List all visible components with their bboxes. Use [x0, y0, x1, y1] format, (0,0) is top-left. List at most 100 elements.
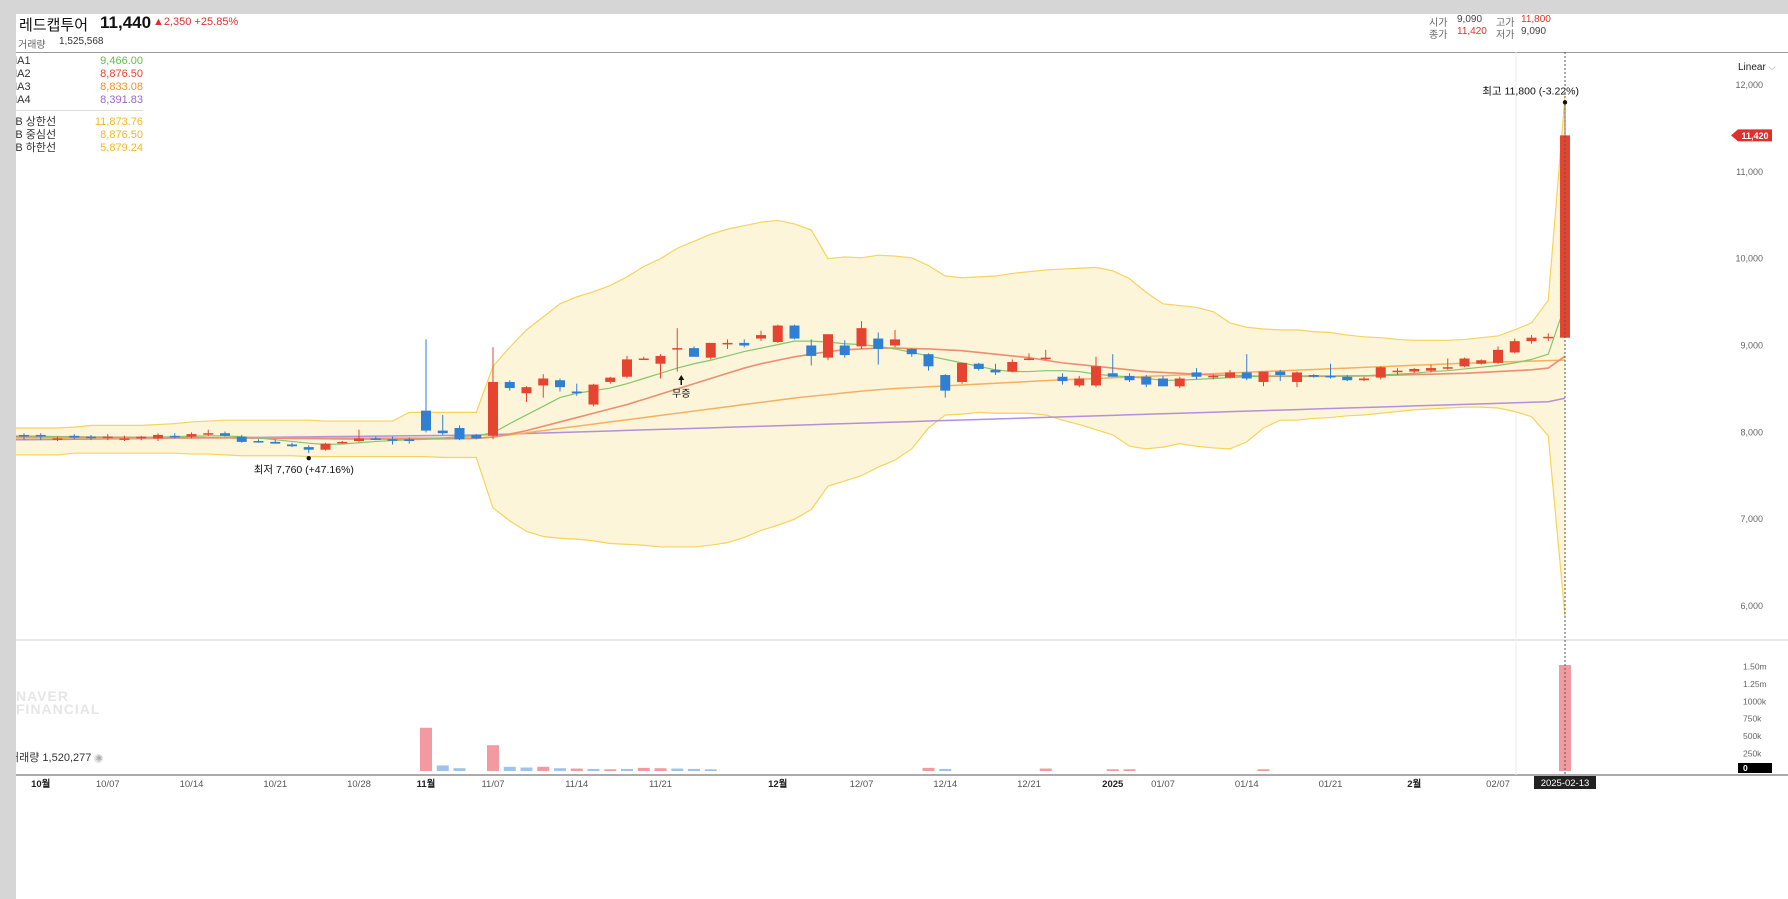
candle-body: [823, 334, 833, 358]
candle-body: [1057, 376, 1068, 382]
candle-body: [136, 436, 147, 439]
legend-row: MA2 8,876.50: [16, 68, 143, 81]
candle-body: [203, 433, 214, 435]
x-tick-label: 02/07: [1486, 779, 1510, 790]
volume-bar: [1257, 769, 1270, 771]
candle-body: [236, 436, 247, 442]
candle-body: [86, 436, 96, 439]
candle-body: [69, 435, 80, 438]
x-tick-label: 10/28: [347, 779, 371, 790]
candle-body: [1509, 341, 1520, 353]
candle-body: [555, 380, 565, 388]
volume-tick-label: 750k: [1743, 714, 1762, 724]
candle-body: [1258, 371, 1269, 382]
candle-body: [1191, 372, 1202, 377]
current-price-tag-label: 11,420: [1741, 131, 1768, 141]
volume-bar: [637, 767, 650, 771]
candle-body: [1292, 372, 1302, 382]
candle-body: [1543, 336, 1554, 339]
candle-body: [169, 435, 180, 438]
candle-body: [1459, 358, 1470, 367]
volume-bar: [688, 768, 700, 771]
candle-body: [102, 436, 113, 439]
candle-body: [1426, 368, 1436, 371]
candle-body: [1024, 358, 1034, 361]
x-tick-label: 11/07: [481, 779, 504, 790]
candle-body: [923, 354, 934, 367]
candle-body: [873, 338, 884, 349]
candle-body: [940, 375, 951, 391]
price-chart-svg[interactable]: 6,000 7,000 8,000 9,000 10,000 11,000 12,000 11…: [16, 14, 1788, 899]
candle-body: [35, 434, 46, 437]
candle-body: [1493, 349, 1503, 363]
candle-body: [772, 325, 783, 343]
volume-bar: [520, 767, 533, 771]
candle-body: [1141, 376, 1152, 385]
candle-body: [571, 391, 582, 394]
candle-body: [1225, 372, 1235, 378]
candle-body: [622, 359, 632, 377]
volume-bar: [587, 768, 600, 771]
bollinger-band-fill: [16, 95, 1565, 617]
x-tick-label: 01/21: [1319, 779, 1343, 790]
volume-bar: [654, 768, 667, 771]
legend-value: 8,876.50: [100, 129, 143, 141]
candle-body: [454, 427, 465, 440]
candle: [1459, 357, 1470, 368]
volume-panel-title-text: 거래량 1,520,277: [16, 752, 92, 764]
high-annotation: 최고 11,800 (-3.22%): [1482, 85, 1579, 97]
candle-body: [588, 384, 599, 405]
legend-name: MA1: [16, 55, 31, 67]
volume-bar: [621, 768, 633, 771]
candle-body: [906, 348, 917, 355]
candle-body: [1107, 373, 1118, 377]
volume-bars: [420, 665, 1571, 771]
x-tick-label: 12월: [768, 778, 787, 790]
candle-body: [421, 410, 431, 431]
price-tick-label: 7,000: [1740, 514, 1763, 524]
candle-body: [1442, 367, 1453, 369]
candle-body: [270, 441, 281, 444]
x-tick-label: 10/21: [263, 779, 287, 790]
candle-body: [253, 441, 264, 443]
candle-body: [320, 443, 331, 450]
candle-body: [973, 363, 984, 369]
candle-body: [437, 430, 448, 434]
candle-body: [1342, 376, 1353, 381]
price-tick-label: 10,000: [1735, 254, 1763, 264]
scale-toggle[interactable]: Linear ⌵: [1738, 62, 1775, 73]
candle-body: [806, 345, 817, 356]
legend-value: 5,879.24: [100, 142, 143, 154]
x-tick-label: 10/14: [180, 779, 204, 790]
legend-row: BB 중심선 8,876.50: [16, 129, 143, 142]
legend-name: MA3: [16, 81, 31, 93]
legend-name: BB 상한선: [16, 116, 57, 128]
x-tick-label: 11/14: [565, 779, 588, 790]
volume-bar: [436, 765, 449, 771]
candle: [789, 324, 800, 340]
legend-value: 8,833.08: [100, 81, 143, 93]
candle-body: [19, 434, 29, 437]
volume-bar: [922, 767, 935, 771]
volume-bar: [570, 768, 583, 771]
settings-icon[interactable]: ✱: [94, 754, 104, 763]
volume-bar: [1039, 768, 1052, 771]
x-tick-label: 12/21: [1017, 779, 1041, 790]
candle-body: [839, 345, 850, 356]
x-tick-label: 10월: [31, 778, 50, 790]
x-tick-label: 12/07: [850, 779, 874, 790]
candle-body: [655, 355, 666, 364]
candle: [320, 442, 331, 451]
volume-bar: [453, 768, 466, 771]
candle-body: [488, 381, 498, 436]
candle-body: [672, 348, 683, 350]
x-tick-label: 11/21: [649, 779, 672, 790]
volume-bar: [604, 769, 617, 771]
candle-body: [1409, 368, 1420, 372]
price-tick-label: 8,000: [1740, 427, 1763, 437]
legend-row: MA3 8,833.08: [16, 81, 143, 94]
candle-body: [1208, 375, 1219, 378]
candle-body: [722, 342, 733, 345]
candle-body: [220, 433, 230, 436]
candle-body: [1091, 366, 1101, 386]
